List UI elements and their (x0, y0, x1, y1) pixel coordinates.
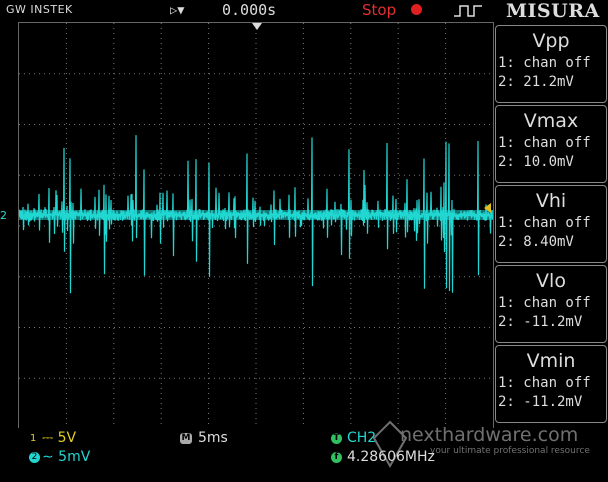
ch1-badge: 1 (30, 433, 37, 444)
timebase-badge: M (180, 433, 192, 444)
watermark-name: nexthardware.com (400, 424, 579, 446)
timebase[interactable]: 5ms (198, 430, 228, 446)
horizontal-position: 0.000s (222, 1, 277, 19)
frequency-badge: f (331, 452, 342, 463)
measurement-ch2: 2: -11.2mV (498, 314, 583, 330)
watermark: nexthardware.com your ultimate professio… (370, 420, 600, 470)
measurement-vmin[interactable]: Vmin 1: chan off 2: -11.2mV (495, 345, 607, 423)
measurement-name: Vpp (532, 30, 570, 52)
measurement-vlo[interactable]: Vlo 1: chan off 2: -11.2mV (495, 265, 607, 343)
trigger-position-icon: ▷▼ (170, 3, 185, 17)
measurement-ch1: 1: chan off (498, 55, 591, 71)
measurement-vhi[interactable]: Vhi 1: chan off 2: 8.40mV (495, 185, 607, 263)
ch2-waveform-band (19, 210, 493, 220)
measurement-ch1: 1: chan off (498, 295, 591, 311)
measurement-panel: Vpp 1: chan off 2: 21.2mV Vmax 1: chan o… (495, 25, 608, 425)
measurement-ch2: 2: 21.2mV (498, 74, 574, 90)
measurement-name: Vlo (536, 270, 566, 292)
run-status[interactable]: Stop (362, 1, 396, 19)
measurement-ch1: 1: chan off (498, 135, 591, 151)
ch2-ground-marker: 2 (0, 209, 7, 222)
measurement-ch1: 1: chan off (498, 375, 591, 391)
brand-logo: GW INSTEK (6, 3, 73, 16)
ch2-badge: 2 (29, 452, 40, 463)
watermark-tagline: your ultimate professional resource (430, 446, 590, 456)
measurement-ch2: 2: -11.2mV (498, 394, 583, 410)
measurement-vpp[interactable]: Vpp 1: chan off 2: 21.2mV (495, 25, 607, 103)
measurement-ch2: 2: 8.40mV (498, 234, 574, 250)
trigger-level-marker (484, 203, 491, 213)
menu-title: MISURA (506, 0, 600, 22)
waveform-display (18, 22, 494, 430)
measurement-ch1: 1: chan off (498, 215, 591, 231)
stop-icon (411, 4, 422, 15)
measurement-name: Vmin (526, 350, 576, 372)
trigger-edge-icon (454, 5, 482, 17)
measurement-vmax[interactable]: Vmax 1: chan off 2: 10.0mV (495, 105, 607, 183)
ch2-trace (19, 135, 493, 294)
measurement-name: Vhi (535, 190, 567, 212)
ch1-scale[interactable]: ⎓ 5V (42, 430, 76, 446)
measurement-ch2: 2: 10.0mV (498, 154, 574, 170)
ch2-scale[interactable]: ∼ 5mV (42, 449, 90, 465)
trigger-time-marker (252, 23, 262, 30)
top-status-bar: GW INSTEK ▷▼ 0.000s Stop MISURA (0, 0, 608, 22)
trigger-badge: T (331, 433, 342, 444)
measurement-name: Vmax (523, 110, 579, 132)
